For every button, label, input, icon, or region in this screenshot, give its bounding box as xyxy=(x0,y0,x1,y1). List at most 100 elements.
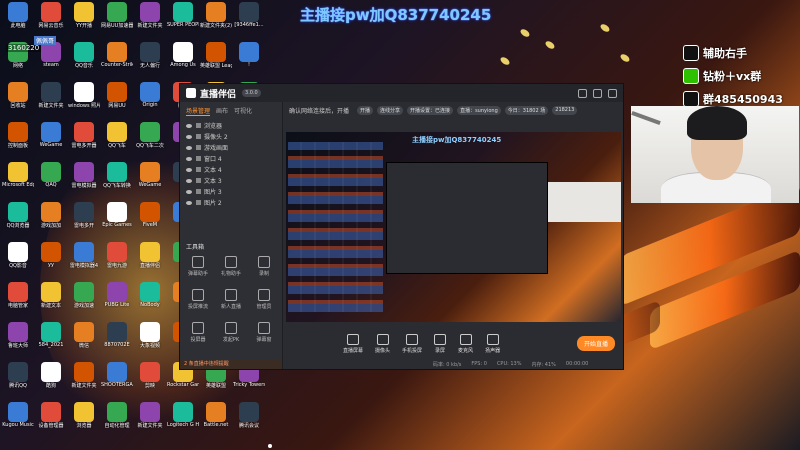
scene-item[interactable]: 摄像头 2 xyxy=(180,131,282,142)
eye-icon[interactable] xyxy=(186,156,192,161)
desktop-icon[interactable]: 新建文件夹(2) xyxy=(200,2,232,29)
desktop-icon[interactable]: QAQ xyxy=(35,162,67,188)
desktop-icon[interactable]: QQ飞车转换 xyxy=(101,162,133,189)
tool-button[interactable]: 发起PK xyxy=(217,322,245,343)
desktop-icon[interactable]: Battle.net xyxy=(200,402,232,428)
desktop-icon[interactable]: WeGame xyxy=(134,162,166,188)
desktop-icon[interactable]: Microsoft Edge xyxy=(2,162,34,188)
desktop-icon[interactable]: [9346ffe1... xyxy=(233,2,265,28)
eye-icon[interactable] xyxy=(186,167,192,172)
desktop-icon[interactable]: 雷电模拟器4 xyxy=(68,242,100,269)
sidebar-tab[interactable]: 场景管理 xyxy=(186,106,211,116)
source-button[interactable]: 直播屏幕 xyxy=(343,334,363,354)
tool-button[interactable]: 投屏器 xyxy=(184,322,212,343)
desktop-icon[interactable]: FiveM xyxy=(134,202,166,228)
desktop-icon[interactable]: 直播伴侣 xyxy=(134,242,166,269)
desktop-icon[interactable]: QQ飞车二次 xyxy=(134,122,166,149)
desktop-icon[interactable]: 雷电模拟器 xyxy=(68,162,100,189)
scene-item[interactable]: 浏览器 xyxy=(180,120,282,131)
live-assistant-window[interactable]: 直播伴侣 3.0.0 场景管理 画布 可视化 浏览器 摄像头 2 游戏画面 窗口 4 文本 … xyxy=(179,83,624,370)
desktop-icon[interactable]: 雷电多开 xyxy=(68,202,100,229)
desktop-icon[interactable]: QQ浏览器 xyxy=(2,202,34,229)
desktop-icon[interactable]: 新建文件夹 xyxy=(68,362,100,389)
desktop-icon[interactable]: 英雄联盟 League o... xyxy=(200,42,232,69)
desktop-icon[interactable]: 回收站 xyxy=(2,82,34,109)
minimize-icon[interactable] xyxy=(578,88,587,98)
title-bar[interactable]: 直播伴侣 3.0.0 xyxy=(180,84,623,102)
source-button[interactable]: 扬声器 xyxy=(485,334,500,354)
scene-item[interactable]: 游戏画面 xyxy=(180,142,282,153)
desktop-icon[interactable]: 浏览器 xyxy=(68,402,100,429)
desktop-icon[interactable]: PUBG Lite xyxy=(101,282,133,308)
tool-button[interactable]: 弹幕助手 xyxy=(184,256,212,277)
source-button[interactable]: 录屏 xyxy=(434,334,447,354)
stream-preview[interactable]: 主播接pw加Q837740245 xyxy=(286,132,621,322)
desktop-icon[interactable]: Origin xyxy=(134,82,166,108)
desktop-icon[interactable]: 微信 xyxy=(68,322,100,349)
eye-icon[interactable] xyxy=(186,200,192,205)
desktop-icon[interactable]: Epic Games xyxy=(101,202,133,228)
desktop-icon[interactable]: Among Us xyxy=(167,42,199,68)
desktop-icon[interactable]: SUPER PEOPLE CBT xyxy=(167,2,199,28)
info-pill[interactable]: 直播：sunyiong xyxy=(457,106,501,115)
sidebar-tab[interactable]: 可视化 xyxy=(234,106,252,116)
scene-item[interactable]: 图片 3 xyxy=(180,186,282,197)
tool-button[interactable]: 管理员 xyxy=(250,289,278,310)
info-pill[interactable]: 今日：31802 场 xyxy=(504,106,549,115)
info-pill[interactable]: 开播设置：已连接 xyxy=(407,106,454,115)
desktop-icon[interactable]: 游戏加速 xyxy=(68,282,100,309)
desktop-icon[interactable]: YY开播 xyxy=(68,2,100,29)
desktop-icon[interactable]: 剪映 xyxy=(134,362,166,389)
tool-button[interactable]: 弹幕窗 xyxy=(250,322,278,343)
desktop-icon[interactable]: 腾讯QQ xyxy=(2,362,34,389)
eye-icon[interactable] xyxy=(186,178,192,183)
desktop-icon[interactable]: 酷狗 xyxy=(35,362,67,389)
scene-item[interactable]: 文本 4 xyxy=(180,164,282,175)
tool-button[interactable]: 新人直播 xyxy=(217,289,245,310)
eye-icon[interactable] xyxy=(186,189,192,194)
source-button[interactable]: 麦克风 xyxy=(458,334,473,354)
desktop-icon[interactable]: QQ音乐 xyxy=(68,42,100,69)
desktop-icon[interactable]: yy xyxy=(35,242,67,268)
tool-button[interactable]: 投屏推流 xyxy=(184,289,212,310)
desktop-icon[interactable]: 电脑管家 xyxy=(2,282,34,309)
desktop-icon[interactable]: 鲁班大师 xyxy=(2,322,34,349)
eye-icon[interactable] xyxy=(186,123,192,128)
desktop-icon[interactable]: 自动化管理 xyxy=(101,402,133,429)
tool-button[interactable]: 礼物助手 xyxy=(217,256,245,277)
desktop-icon[interactable]: QQ飞车 xyxy=(101,122,133,149)
info-pill[interactable]: 开播 xyxy=(357,106,374,115)
desktop-icon[interactable]: NoBody xyxy=(134,282,166,308)
violation-alert[interactable]: 2 条直播中违规提醒 xyxy=(180,359,282,369)
go-live-button[interactable]: 开始直播 xyxy=(576,336,615,351)
eye-icon[interactable] xyxy=(186,134,192,139)
desktop-icon[interactable]: 网易UU加速器 xyxy=(101,2,133,29)
desktop-icon[interactable]: Logitech G HUB xyxy=(167,402,199,428)
desktop-icon[interactable]: 无人偏行 xyxy=(134,42,166,69)
desktop-icon[interactable]: Counter-Strike Global Off xyxy=(101,42,133,68)
desktop-icon[interactable]: 设备管理器 xyxy=(35,402,67,429)
desktop-icon[interactable]: 雷电多开器 xyxy=(68,122,100,149)
desktop-icon[interactable]: QQ影音 xyxy=(2,242,34,269)
desktop-icon[interactable]: 新建文件夹 xyxy=(134,2,166,29)
desktop-icon[interactable]: ! xyxy=(233,42,265,68)
tool-button[interactable]: 录制 xyxy=(250,256,278,277)
source-button[interactable]: 手机投屏 xyxy=(402,334,422,354)
scene-item[interactable]: 文本 3 xyxy=(180,175,282,186)
desktop-icon[interactable]: 584_2021 xyxy=(35,322,67,348)
info-pill[interactable]: 连线分享 xyxy=(377,106,404,115)
desktop-icon[interactable]: 8870702E xyxy=(101,322,133,348)
eye-icon[interactable] xyxy=(186,145,192,150)
sidebar-tab[interactable]: 画布 xyxy=(216,106,228,116)
desktop-icon[interactable]: 网易UU xyxy=(101,82,133,109)
desktop-icon[interactable]: 雷电九游 xyxy=(101,242,133,269)
desktop-icon[interactable]: SHOOTERGAME xyxy=(101,362,133,388)
desktop-icon[interactable]: windows 照片查看器 xyxy=(68,82,100,109)
maximize-icon[interactable] xyxy=(593,88,602,98)
desktop-icon[interactable]: 大象视频 xyxy=(134,322,166,349)
desktop-icon[interactable]: 新建文件夹 xyxy=(134,402,166,429)
source-button[interactable]: 摄像头 xyxy=(375,334,390,354)
close-icon[interactable] xyxy=(608,88,617,98)
desktop-icon[interactable]: WeGame xyxy=(35,122,67,148)
desktop-icon[interactable]: Kugou Music xyxy=(2,402,34,428)
